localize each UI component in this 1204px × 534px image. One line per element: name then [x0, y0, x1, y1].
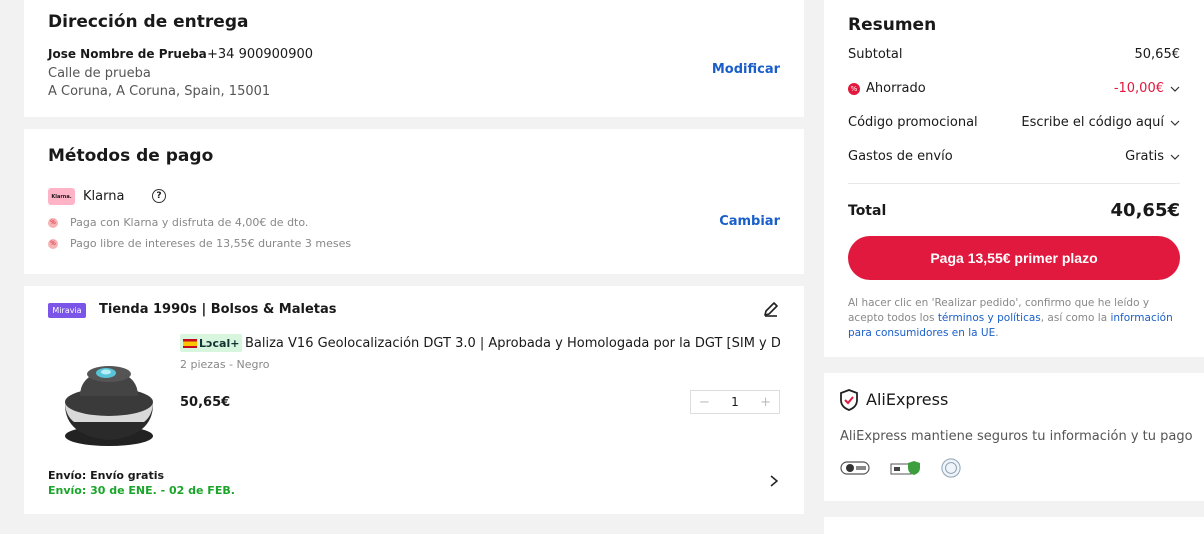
terms-link[interactable]: términos y políticas: [938, 312, 1041, 324]
shipping-cost-value: Gratis: [1125, 149, 1164, 164]
subtotal-row: Subtotal 50,65€: [848, 47, 1180, 62]
store-name[interactable]: Tienda 1990s | Bolsos & Maletas: [99, 302, 337, 317]
chevron-down-icon[interactable]: [1170, 152, 1180, 162]
legal-text-suffix: .: [995, 327, 999, 339]
summary-title: Resumen: [848, 15, 937, 35]
change-payment-link[interactable]: Cambiar: [719, 214, 780, 229]
secure-payment-badge-icon: [840, 461, 870, 475]
klarna-logo: Klarna.: [48, 188, 75, 205]
security-card: AliExpress AliExpress mantiene seguros t…: [824, 373, 1204, 501]
store-order-card: Miravia Tienda 1990s | Bolsos & Maletas …: [24, 286, 804, 514]
question-circle-icon[interactable]: ?: [152, 189, 166, 203]
product-image[interactable]: [54, 344, 164, 449]
subtotal-value: 50,65€: [1134, 47, 1181, 62]
chevron-down-icon[interactable]: [1170, 84, 1180, 94]
delivery-address-card: Dirección de entrega Jose Nombre de Prue…: [24, 0, 804, 117]
decrease-quantity-button[interactable]: −: [699, 395, 710, 410]
summary-divider: [848, 183, 1180, 184]
legal-text-mid: , así como la: [1040, 312, 1111, 324]
payment-benefit-2-text: Pago libre de intereses de 13,55€ durant…: [70, 237, 352, 250]
payment-benefit-2: % Pago libre de intereses de 13,55€ dura…: [48, 237, 351, 250]
payment-benefit-1: % Paga con Klarna y disfruta de 4,00€ de…: [48, 216, 308, 229]
saved-row[interactable]: % Ahorrado -10,00€: [848, 81, 1180, 96]
security-description: AliExpress mantiene seguros tu informaci…: [840, 429, 1193, 444]
local-badge-text: Lɔcal+: [199, 336, 240, 350]
chevron-down-icon[interactable]: [1170, 118, 1180, 128]
discount-icon: %: [848, 82, 860, 95]
order-summary-card: Resumen Subtotal 50,65€ % Ahorrado -10,0…: [824, 0, 1204, 357]
shipping-cost-row[interactable]: Gastos de envío Gratis: [848, 149, 1180, 164]
discount-icon: %: [48, 217, 58, 228]
payment-method-name: Klarna: [83, 189, 125, 204]
total-value: 40,65€: [1110, 200, 1180, 221]
pay-first-installment-button[interactable]: Paga 13,55€ primer plazo: [848, 236, 1180, 280]
total-label: Total: [848, 202, 887, 219]
product-price: 50,65€: [180, 395, 231, 410]
address-line-2: A Coruna, A Coruna, Spain, 15001: [48, 84, 271, 99]
total-row: Total 40,65€: [848, 200, 1180, 221]
chevron-right-icon[interactable]: [768, 474, 780, 488]
saved-value: -10,00€: [1113, 81, 1164, 96]
saved-label: Ahorrado: [866, 81, 926, 96]
modify-address-link[interactable]: Modificar: [712, 62, 780, 77]
edit-icon[interactable]: [762, 300, 780, 318]
promo-code-row[interactable]: Código promocional Escribe el código aqu…: [848, 115, 1180, 130]
promo-code-input[interactable]: Escribe el código aquí: [1021, 115, 1164, 130]
subtotal-label: Subtotal: [848, 47, 903, 62]
shipping-cost-label: Gastos de envío: [848, 149, 953, 164]
payment-benefit-1-text: Paga con Klarna y disfruta de 4,00€ de d…: [70, 216, 309, 229]
local-badge: Lɔcal+: [180, 334, 243, 352]
recipient-name: Jose Nombre de Prueba: [48, 47, 207, 61]
verified-badge-icon: [890, 461, 920, 475]
promo-code-label: Código promocional: [848, 115, 978, 130]
spain-flag-icon: [183, 338, 197, 348]
product-title[interactable]: Baliza V16 Geolocalización DGT 3.0 | Apr…: [245, 336, 780, 351]
product-variant: 2 piezas - Negro: [180, 358, 270, 371]
address-line-1: Calle de prueba: [48, 66, 151, 81]
legal-notice: Al hacer clic en 'Realizar pedido', conf…: [848, 296, 1184, 341]
payment-methods-title: Métodos de pago: [48, 146, 214, 166]
certification-badge-icon: [941, 458, 961, 478]
aliexpress-brand: AliExpress: [866, 390, 949, 409]
shipping-dates: Envío: 30 de ENE. - 02 de FEB.: [48, 484, 235, 497]
quantity-value[interactable]: 1: [731, 395, 739, 409]
shipping-method: Envío: Envío gratis: [48, 469, 165, 482]
payment-methods-card: Métodos de pago Klarna. Klarna ? % Paga …: [24, 129, 804, 274]
increase-quantity-button[interactable]: +: [760, 395, 771, 410]
bottom-card: [824, 517, 1204, 534]
delivery-address-title: Dirección de entrega: [48, 12, 249, 32]
recipient-phone: +34 900900900: [207, 47, 314, 62]
shield-check-icon: [840, 389, 858, 411]
quantity-stepper: − 1 +: [690, 390, 780, 414]
store-source-tag: Miravia: [48, 303, 86, 318]
discount-icon: %: [48, 238, 58, 249]
